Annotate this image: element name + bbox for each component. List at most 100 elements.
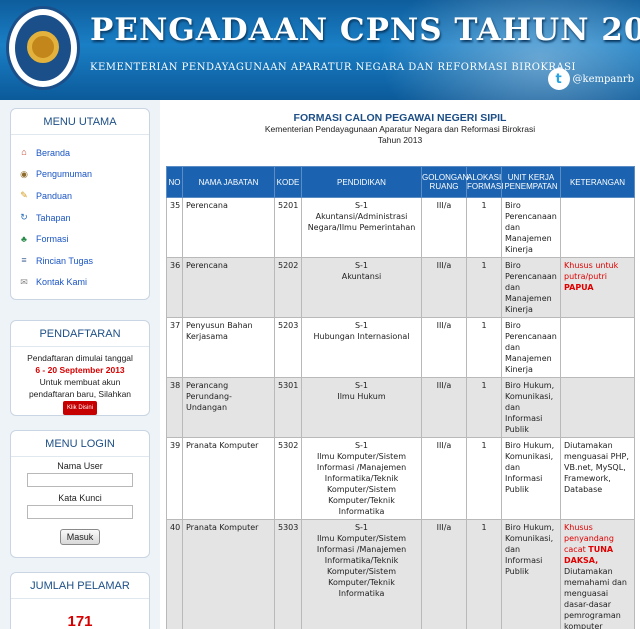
menu-item-label: Panduan	[36, 190, 73, 201]
page-title: FORMASI CALON PEGAWAI NEGERI SIPIL	[293, 112, 507, 124]
cell-pendidikan: S-1 Ilmu Komputer/Sistem Informasi /Manaj…	[301, 437, 422, 520]
menu-item-label: Formasi	[36, 234, 69, 245]
cell-kode: 5202	[274, 257, 302, 318]
cell-jabatan: Penyusun Bahan Kerjasama	[182, 317, 275, 378]
menu-item-formasi[interactable]: ♣ Formasi	[11, 228, 149, 250]
cell-no: 38	[166, 377, 183, 438]
guide-icon: ✎	[20, 190, 28, 201]
formation-icon: ♣	[21, 233, 27, 244]
pendaftaran-title: PENDAFTARAN	[11, 321, 149, 347]
register-link[interactable]: Klik Disini	[62, 401, 97, 415]
contact-icon: ✉	[20, 276, 28, 287]
cell-keterangan	[560, 377, 635, 438]
cell-unit: Biro Perencanaan dan Manajemen Kinerja	[501, 257, 561, 318]
cell-pendidikan: S-1 Hubungan Internasional	[301, 317, 422, 378]
column-header: PENDIDIKAN	[301, 166, 422, 198]
column-header: GOLONGAN RUANG	[421, 166, 468, 198]
cell-pendidikan: S-1 Akuntansi	[301, 257, 422, 318]
site-title: PENGADAAN CPNS TAHUN 2013	[90, 12, 640, 48]
cell-keterangan	[560, 317, 635, 378]
cell-golongan: III/a	[421, 519, 467, 629]
formasi-table: NO NAMA JABATAN KODE PENDIDIKAN GOLONGAN RUA…	[166, 166, 635, 629]
main-menu-box: MENU UTAMA ⌂ Beranda ◉ Pengumuman ✎ Panduan ↻ T…	[10, 108, 150, 300]
cell-golongan: III/a	[421, 437, 467, 520]
cell-kode: 5303	[274, 519, 302, 629]
menu-item-tahapan[interactable]: ↻ Tahapan	[11, 207, 149, 229]
menu-item-label: Pengumuman	[36, 169, 93, 180]
menu-item-pengumuman[interactable]: ◉ Pengumuman	[11, 164, 149, 186]
site-header: PENGADAAN CPNS TAHUN 2013 KEMENTERIAN PE…	[0, 0, 640, 100]
cell-unit: Biro Hukum, Komunikasi, dan Informasi Pu…	[501, 437, 561, 520]
menu-item-kontak-kami[interactable]: ✉ Kontak Kami	[11, 272, 149, 294]
table-row: 37 Penyusun Bahan Kerjasama 5203 S-1 Hubunga…	[166, 317, 635, 378]
cell-keterangan: Khusus penyandang cacat TUNA DAKSA, Diut…	[560, 519, 635, 629]
table-row: 36 Perencana 5202 S-1 Akuntansi III/a 1 Biro Pe…	[166, 257, 635, 318]
pendaftaran-dates: 6 - 20 September 2013	[35, 365, 125, 375]
cell-keterangan: Khusus untuk putra/putri PAPUA	[560, 257, 635, 318]
login-button[interactable]: Masuk	[59, 529, 101, 545]
menu-item-label: Tahapan	[36, 212, 71, 223]
cell-jabatan: Pranata Komputer	[182, 519, 275, 629]
cell-golongan: III/a	[421, 257, 467, 318]
cell-kode: 5203	[274, 317, 302, 378]
cell-unit: Biro Perencanaan dan Manajemen Kinerja	[501, 317, 561, 378]
page-subtitle: Kementerian Pendayagunaan Aparatur Negar…	[264, 124, 536, 134]
cell-golongan: III/a	[421, 197, 467, 258]
main-menu: ⌂ Beranda ◉ Pengumuman ✎ Panduan ↻ Tahapan ♣ Form…	[11, 135, 149, 293]
main-menu-title: MENU UTAMA	[11, 109, 149, 135]
cell-golongan: III/a	[421, 377, 467, 438]
password-input[interactable]	[27, 505, 133, 519]
pendaftaran-text-2: Untuk membuat akun	[39, 377, 121, 387]
column-header: KODE	[274, 166, 302, 198]
menu-item-panduan[interactable]: ✎ Panduan	[11, 185, 149, 207]
cell-alokasi: 1	[466, 437, 502, 520]
cell-jabatan: Pranata Komputer	[182, 437, 275, 520]
cell-alokasi: 1	[466, 197, 502, 258]
cell-pendidikan: S-1 Ilmu Hukum	[301, 377, 422, 438]
twitter-icon: t	[547, 68, 570, 90]
column-header: ALOKASI FORMASI	[466, 166, 503, 198]
site-subtitle: KEMENTERIAN PENDAYAGUNAAN APARATUR NEGAR…	[90, 62, 576, 73]
cell-kode: 5201	[274, 197, 302, 258]
applicant-count-title: JUMLAH PELAMAR	[11, 573, 149, 599]
cell-jabatan: Perencana	[182, 197, 275, 258]
column-header: NAMA JABATAN	[182, 166, 275, 198]
menu-item-label: Rincian Tugas	[36, 255, 94, 266]
sidebar: MENU UTAMA ⌂ Beranda ◉ Pengumuman ✎ Panduan ↻ T…	[0, 100, 160, 629]
pendaftaran-text-3: pendaftaran baru, Silahkan	[28, 389, 132, 399]
cell-pendidikan: S-1 Akuntansi/Administrasi Negara/Ilmu Pe…	[301, 197, 422, 258]
cell-golongan: III/a	[421, 317, 467, 378]
stages-icon: ↻	[20, 212, 28, 223]
applicant-count: 171	[67, 613, 93, 629]
cell-jabatan: Perancang Perundang-Undangan	[182, 377, 275, 438]
ministry-logo	[6, 6, 80, 90]
cell-unit: Biro Perencanaan dan Manajemen Kinerja	[501, 197, 561, 258]
task-list-icon: ≡	[21, 255, 27, 266]
menu-item-label: Beranda	[36, 147, 71, 158]
cell-unit: Biro Hukum, Komunikasi, dan Informasi Pu…	[501, 519, 561, 629]
cell-alokasi: 1	[466, 317, 502, 378]
menu-item-label: Kontak Kami	[36, 277, 88, 288]
login-title: MENU LOGIN	[11, 431, 149, 457]
column-header: UNIT KERJA PENEMPATAN	[501, 166, 561, 198]
login-box: MENU LOGIN Nama User Kata Kunci Masuk	[10, 430, 150, 558]
cell-no: 39	[166, 437, 183, 520]
cell-jabatan: Perencana	[182, 257, 275, 318]
cell-alokasi: 1	[466, 377, 502, 438]
cell-keterangan	[560, 197, 635, 258]
column-header: KETERANGAN	[560, 166, 635, 198]
username-input[interactable]	[27, 473, 133, 487]
cell-alokasi: 1	[466, 519, 502, 629]
twitter-handle: @kempanrb	[572, 73, 634, 85]
twitter-link[interactable]: t @kempanrb	[547, 68, 634, 90]
applicant-count-box: JUMLAH PELAMAR 171	[10, 572, 150, 629]
menu-item-beranda[interactable]: ⌂ Beranda	[11, 142, 149, 164]
table-row: 38 Perancang Perundang-Undangan 5301 S-1 Ilm…	[166, 377, 635, 438]
table-row: 35 Perencana 5201 S-1 Akuntansi/Administrasi…	[166, 197, 635, 258]
cell-no: 37	[166, 317, 183, 378]
home-icon: ⌂	[21, 147, 27, 158]
announcement-icon: ◉	[20, 168, 28, 179]
table-header-row: NO NAMA JABATAN KODE PENDIDIKAN GOLONGAN RUA…	[166, 166, 635, 198]
menu-item-rincian-tugas[interactable]: ≡ Rincian Tugas	[11, 250, 149, 272]
table-row: 40 Pranata Komputer 5303 S-1 Ilmu Komputer/S…	[166, 519, 635, 629]
